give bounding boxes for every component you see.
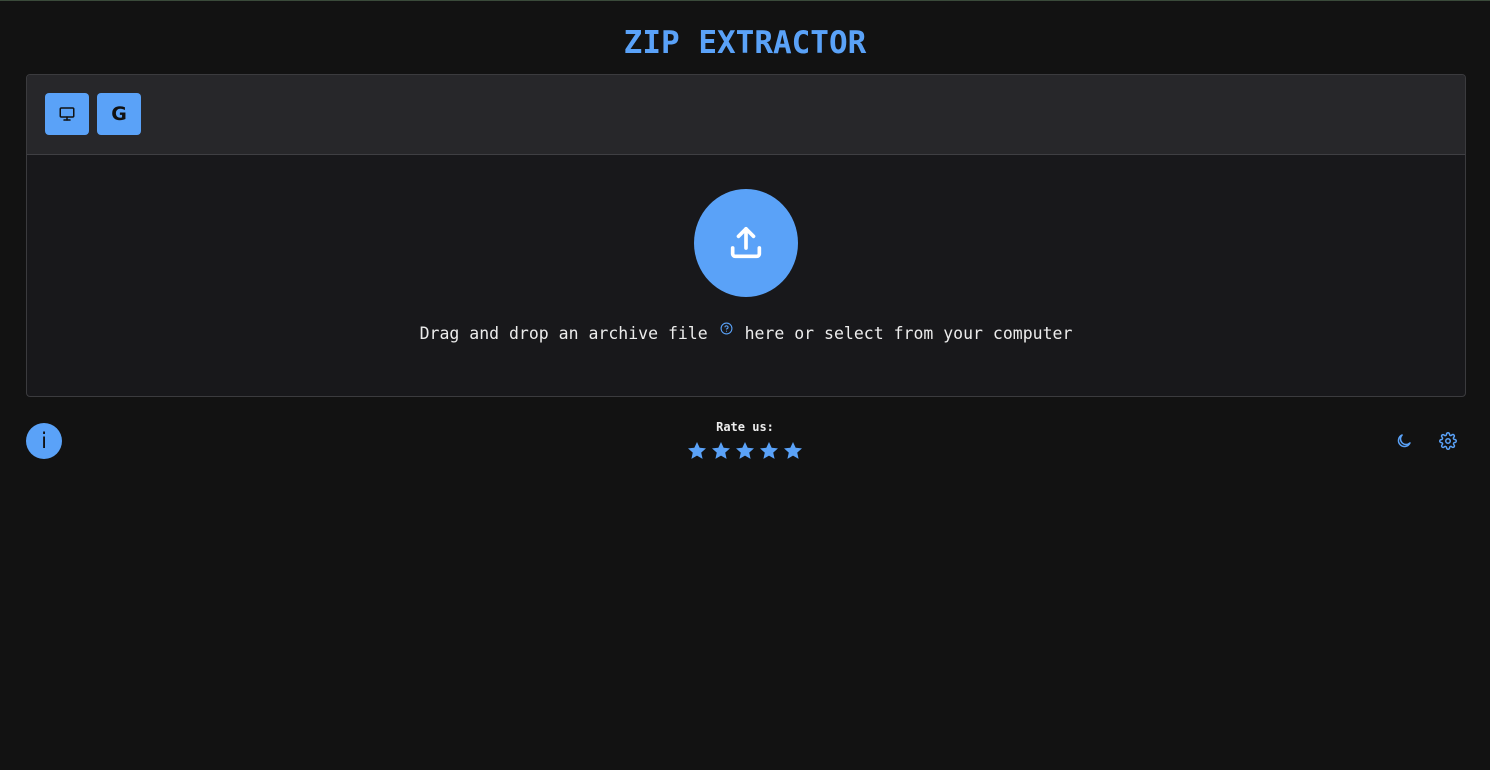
drop-text-after: here or select from your computer: [744, 324, 1073, 343]
question-circle-icon[interactable]: [720, 319, 733, 341]
drop-text-before: Drag and drop an archive file: [419, 324, 708, 343]
moon-icon[interactable]: [1395, 432, 1413, 450]
google-g-icon: G: [111, 103, 127, 125]
top-border: [0, 0, 1490, 1]
monitor-icon: [59, 107, 75, 121]
google-drive-button[interactable]: G: [97, 93, 141, 135]
upload-button[interactable]: [694, 189, 798, 297]
gear-icon[interactable]: [1439, 432, 1457, 450]
rate-label: Rate us:: [716, 420, 774, 434]
star-icon-1[interactable]: [686, 440, 708, 462]
extractor-panel: G Drag and drop an archive file here or …: [26, 74, 1466, 397]
source-toolbar: G: [27, 75, 1465, 155]
drop-instructions: Drag and drop an archive file here or se…: [27, 319, 1465, 345]
star-icon-5[interactable]: [782, 440, 804, 462]
page-title: ZIP EXTRACTOR: [623, 25, 867, 61]
star-icon-2[interactable]: [710, 440, 732, 462]
local-computer-button[interactable]: [45, 93, 89, 135]
rating-stars: [686, 440, 806, 462]
star-icon-4[interactable]: [758, 440, 780, 462]
star-icon-3[interactable]: [734, 440, 756, 462]
upload-icon: [730, 227, 762, 259]
